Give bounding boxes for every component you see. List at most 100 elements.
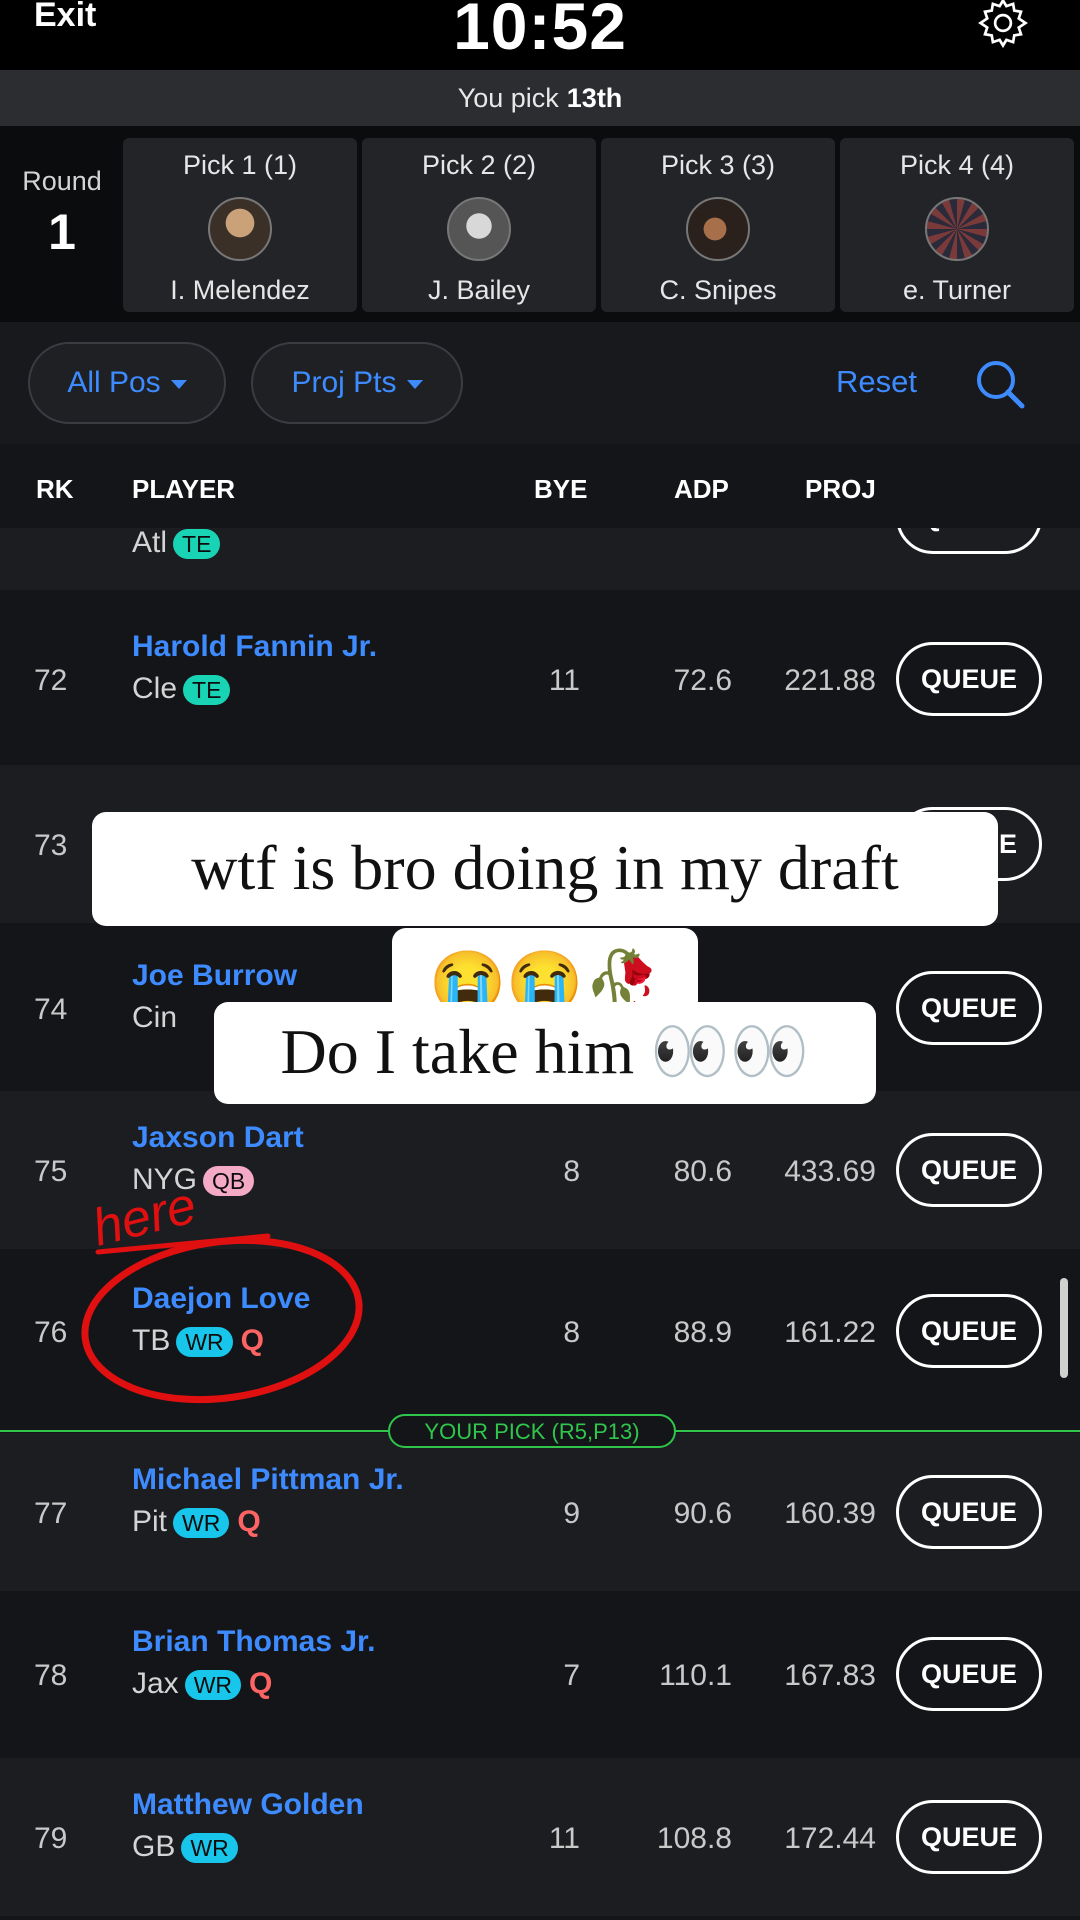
table-row[interactable]: 75 Jaxson Dart NYG QB 8 80.6 433.69 QUEUE <box>0 1091 1080 1249</box>
team-code: Jax <box>132 1667 179 1700</box>
injury-status: Q <box>249 1667 273 1700</box>
player-bye: 9 <box>563 1497 580 1530</box>
queue-button[interactable]: QUEUE <box>896 1637 1042 1711</box>
player-rank: 74 <box>34 993 68 1026</box>
player-name-link[interactable]: Daejon Love <box>132 1282 310 1316</box>
player-proj: 161.22 <box>784 1316 876 1349</box>
avatar <box>686 197 750 261</box>
sort-dropdown[interactable]: Proj Pts <box>251 342 463 424</box>
pick-title: Pick 3 (3) <box>660 150 776 180</box>
column-adp[interactable]: ADP <box>674 474 729 505</box>
reset-button[interactable]: Reset <box>836 364 917 400</box>
your-pick-label: YOUR PICK (R5,P13) <box>388 1414 676 1448</box>
player-rank: 79 <box>34 1822 68 1855</box>
player-team: Cin <box>132 1001 178 1034</box>
caret-down-icon <box>170 379 187 389</box>
team-code: Cle <box>132 672 178 705</box>
column-player[interactable]: PLAYER <box>132 474 235 505</box>
search-icon[interactable] <box>972 356 1028 412</box>
pick-position-banner: You pick 13th <box>0 70 1080 126</box>
table-row[interactable]: 78 Brian Thomas Jr. Jax WR Q 7 110.1 167.8… <box>0 1595 1080 1753</box>
queue-button[interactable]: QUEUE <box>896 1133 1042 1207</box>
player-rank: 78 <box>34 1659 68 1692</box>
injury-status: Q <box>240 1324 265 1357</box>
draft-timer: 10:52 <box>453 0 627 63</box>
player-bye: 8 <box>563 1155 580 1188</box>
player-name-link[interactable]: Matthew Golden <box>132 1788 364 1822</box>
queue-button[interactable]: QUEUE <box>896 1800 1042 1874</box>
avatar <box>447 197 511 261</box>
table-row[interactable]: AtlTE QUEUE <box>0 528 1080 590</box>
pick-title: Pick 2 (2) <box>421 150 537 180</box>
table-row[interactable]: 72 Harold Fannin Jr. Cle TE 11 72.6 221.8… <box>0 600 1080 758</box>
player-proj: 167.83 <box>784 1659 876 1692</box>
player-adp: 108.8 <box>656 1822 732 1855</box>
pick-card-4[interactable]: Pick 4 (4) e. Turner <box>840 138 1074 312</box>
player-team: NYG QB <box>132 1163 255 1197</box>
player-proj: 221.88 <box>784 664 876 697</box>
player-adp: 72.6 <box>673 664 732 697</box>
scrollbar-thumb[interactable] <box>1060 1278 1068 1378</box>
player-adp: 90.6 <box>673 1497 732 1530</box>
queue-button[interactable]: QUEUE <box>896 1475 1042 1549</box>
player-team: Cle TE <box>132 672 231 706</box>
queue-button[interactable]: QUEUE <box>896 528 1042 554</box>
sort-label: Proj Pts <box>291 366 397 399</box>
caption-line-1: wtf is bro doing in my draft <box>92 812 998 926</box>
queue-button[interactable]: QUEUE <box>896 971 1042 1045</box>
position-badge: WR <box>181 1833 238 1864</box>
position-badge: QB <box>203 1166 255 1197</box>
team-code: GB <box>132 1830 176 1863</box>
pick-card-2[interactable]: Pick 2 (2) J. Bailey <box>362 138 596 312</box>
player-rank: 76 <box>34 1316 68 1349</box>
column-rank[interactable]: RK <box>36 474 74 505</box>
queue-button[interactable]: QUEUE <box>896 1294 1042 1368</box>
player-bye: 11 <box>548 1822 580 1855</box>
pick-card-3[interactable]: Pick 3 (3) C. Snipes <box>601 138 835 312</box>
pick-owner: I. Melendez <box>170 275 310 305</box>
avatar <box>208 197 272 261</box>
player-name-link[interactable]: Jaxson Dart <box>132 1121 304 1155</box>
player-rank: 73 <box>34 829 68 862</box>
pick-card-1[interactable]: Pick 1 (1) I. Melendez <box>123 138 357 312</box>
column-proj[interactable]: PROJ <box>805 474 876 505</box>
pick-owner: e. Turner <box>902 275 1012 305</box>
position-badge: WR <box>176 1327 233 1358</box>
player-team: Pit WR Q <box>132 1505 261 1539</box>
position-filter-dropdown[interactable]: All Pos <box>28 342 226 424</box>
position-badge: TE <box>173 529 221 560</box>
gear-icon[interactable] <box>976 0 1030 50</box>
caret-down-icon <box>406 379 423 389</box>
player-adp: 88.9 <box>673 1316 732 1349</box>
player-team: TB WR Q <box>132 1324 264 1358</box>
table-row[interactable]: 77 Michael Pittman Jr. Pit WR Q 9 90.6 160… <box>0 1433 1080 1591</box>
pick-owner: C. Snipes <box>659 275 777 305</box>
position-badge: WR <box>184 1670 242 1701</box>
position-badge: TE <box>183 675 231 706</box>
player-name-link[interactable]: Michael Pittman Jr. <box>132 1463 404 1497</box>
team-code: Atl <box>132 528 168 559</box>
team-code: NYG <box>132 1163 198 1196</box>
player-bye: 11 <box>548 664 580 697</box>
round-number: 1 <box>48 204 76 260</box>
player-name-link[interactable]: Brian Thomas Jr. <box>132 1625 375 1659</box>
team-code: Pit <box>132 1505 168 1538</box>
queue-button[interactable]: QUEUE <box>896 642 1042 716</box>
position-badge: WR <box>173 1508 230 1539</box>
player-bye: 7 <box>563 1659 580 1692</box>
injury-status: Q <box>237 1505 261 1538</box>
avatar <box>925 197 989 261</box>
pick-owner: J. Bailey <box>427 275 531 305</box>
table-row[interactable]: 76 Daejon Love TB WR Q 8 88.9 161.22 QUEUE <box>0 1252 1080 1410</box>
player-bye: 8 <box>563 1316 580 1349</box>
player-team: GB WR <box>132 1830 238 1864</box>
player-team: Jax WR Q <box>132 1667 272 1701</box>
player-name-link[interactable]: Joe Burrow <box>132 959 297 993</box>
player-name-link[interactable]: Harold Fannin Jr. <box>132 630 377 664</box>
player-list: AtlTE QUEUE 72 Harold Fannin Jr. CleTE 1… <box>0 528 1080 1920</box>
table-row[interactable]: 79 Matthew Golden GB WR 11 108.8 172.44 Q… <box>0 1758 1080 1916</box>
player-proj: 433.69 <box>784 1155 876 1188</box>
pick-title: Pick 1 (1) <box>182 150 298 180</box>
column-bye[interactable]: BYE <box>534 474 587 505</box>
pick-title: Pick 4 (4) <box>899 150 1015 180</box>
